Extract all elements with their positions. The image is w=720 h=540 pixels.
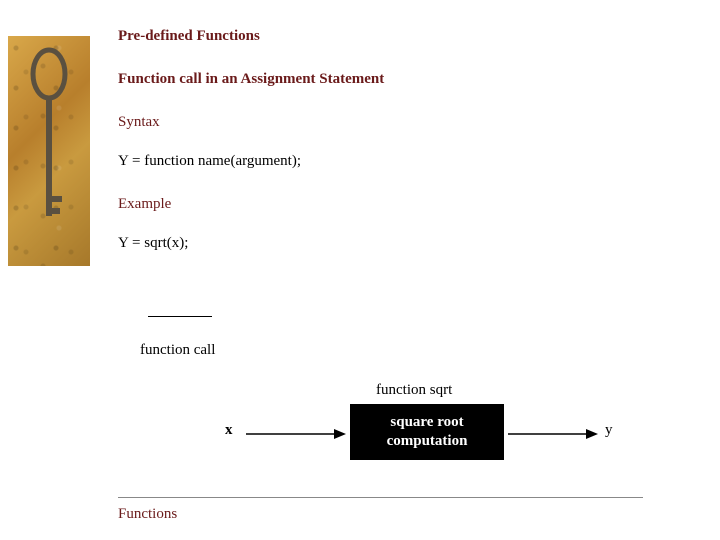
key-icon <box>29 46 69 246</box>
computation-box: square root computation <box>350 404 504 460</box>
content-area: Pre-defined Functions Function call in a… <box>118 28 678 278</box>
box-line2: computation <box>350 432 504 451</box>
page-title: Pre-defined Functions <box>118 28 678 45</box>
diagram: function sqrt x square root computation … <box>118 392 678 482</box>
syntax-label: Syntax <box>118 114 678 131</box>
footer-divider <box>118 497 643 498</box>
output-y-label: y <box>605 422 613 439</box>
underline <box>148 316 212 317</box>
function-sqrt-label: function sqrt <box>376 382 452 399</box>
example-label: Example <box>118 196 678 213</box>
arrow-icon <box>508 428 598 440</box>
slide: Pre-defined Functions Function call in a… <box>0 0 720 540</box>
section-subtitle: Function call in an Assignment Statement <box>118 71 678 88</box>
box-line1: square root <box>350 413 504 432</box>
function-call-label: function call <box>140 342 215 359</box>
syntax-code: Y = function name(argument); <box>118 153 678 170</box>
footer-label: Functions <box>118 506 177 523</box>
arrow-icon <box>246 428 346 440</box>
input-x-label: x <box>225 422 233 439</box>
example-code: Y = sqrt(x); <box>118 235 678 252</box>
decorative-side-image <box>8 36 90 266</box>
